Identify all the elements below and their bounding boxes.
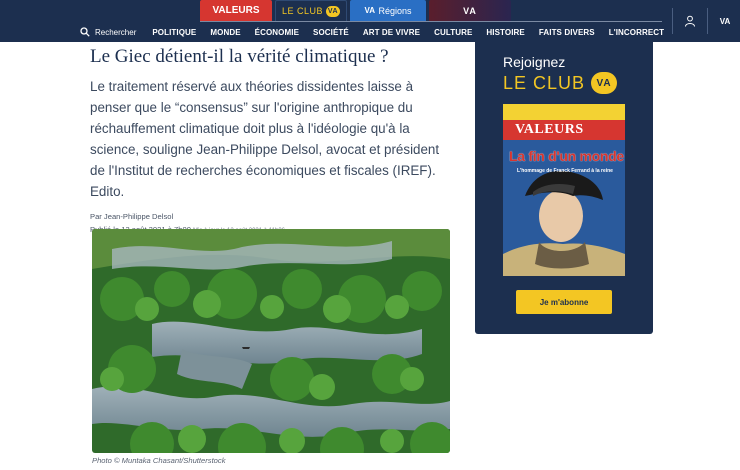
nav-faits-divers[interactable]: FAITS DIVERS	[539, 28, 595, 37]
tab-valeurs-label: VALEURS	[212, 5, 260, 16]
user-icon	[685, 15, 695, 27]
tab-vatv-label: VA	[463, 5, 477, 16]
photo-caption: Photo © Muntaka Chasant/Shutterstock	[92, 456, 226, 465]
search-button[interactable]: Rechercher	[80, 27, 136, 37]
header-divider	[200, 21, 662, 22]
brand-tabs: VALEURS LE CLUB VA VA Régions VA	[200, 0, 511, 21]
promo-join-text: Rejoignez	[503, 54, 566, 70]
tab-club-label: LE CLUB	[281, 6, 324, 16]
nav-economie[interactable]: ÉCONOMIE	[255, 28, 299, 37]
tab-regions-label: Régions	[378, 5, 412, 16]
magazine-headline: La fin d'un monde	[509, 148, 624, 164]
va-logo-icon: VA	[326, 5, 341, 17]
nav-politique[interactable]: POLITIQUE	[152, 28, 196, 37]
nav-culture[interactable]: CULTURE	[434, 28, 472, 37]
va-logo-icon: VA	[719, 16, 731, 26]
account-button[interactable]	[683, 14, 697, 28]
main-nav: Rechercher POLITIQUE MONDE ÉCONOMIE SOCI…	[80, 24, 664, 40]
header-separator	[707, 8, 708, 34]
article-title: Le Giec détient-il la vérité climatique …	[90, 46, 389, 67]
tab-regions[interactable]: VA Régions	[350, 0, 426, 21]
site-header: VALEURS LE CLUB VA VA Régions VA Recherc…	[0, 0, 740, 42]
subscribe-button[interactable]: Je m'abonne	[516, 290, 612, 314]
article-lead: Le traitement réservé aux théories dissi…	[90, 79, 440, 199]
magazine-cover[interactable]: VALEURS La fin d'un monde L'hommage de F…	[503, 104, 625, 276]
magazine-subheadline: L'hommage de Franck Ferrand à la reine	[517, 168, 613, 174]
tab-valeurs[interactable]: VALEURS	[200, 0, 272, 21]
club-promo: Rejoignez LE CLUB VA VALEURS La fin d'un…	[475, 42, 653, 334]
search-icon	[80, 27, 90, 37]
promo-club-title: LE CLUB VA	[503, 72, 618, 94]
header-separator	[672, 8, 673, 34]
article: Le Giec détient-il la vérité climatique …	[90, 44, 450, 234]
nav-histoire[interactable]: HISTOIRE	[486, 28, 524, 37]
regions-logo-icon: VA	[364, 5, 376, 15]
header-actions: VA	[662, 8, 740, 34]
article-byline[interactable]: Par Jean-Philippe Delsol	[90, 212, 450, 221]
magazine-top-strip	[503, 104, 625, 120]
promo-club-label: LE CLUB	[503, 72, 586, 93]
magazine-masthead: VALEURS	[503, 120, 625, 140]
nav-societe[interactable]: SOCIÉTÉ	[313, 28, 349, 37]
mangrove-aerial-image	[92, 229, 450, 453]
tab-le-club[interactable]: LE CLUB VA	[275, 0, 347, 21]
search-label: Rechercher	[95, 27, 137, 37]
nav-monde[interactable]: MONDE	[210, 28, 240, 37]
tab-va-tv[interactable]: VA	[429, 0, 511, 21]
va-logo-icon: VA	[591, 72, 618, 94]
article-photo	[92, 229, 450, 453]
va-home-button[interactable]: VA	[718, 14, 732, 28]
nav-art-de-vivre[interactable]: ART DE VIVRE	[363, 28, 420, 37]
nav-lincorrect[interactable]: L'INCORRECT	[609, 28, 664, 37]
